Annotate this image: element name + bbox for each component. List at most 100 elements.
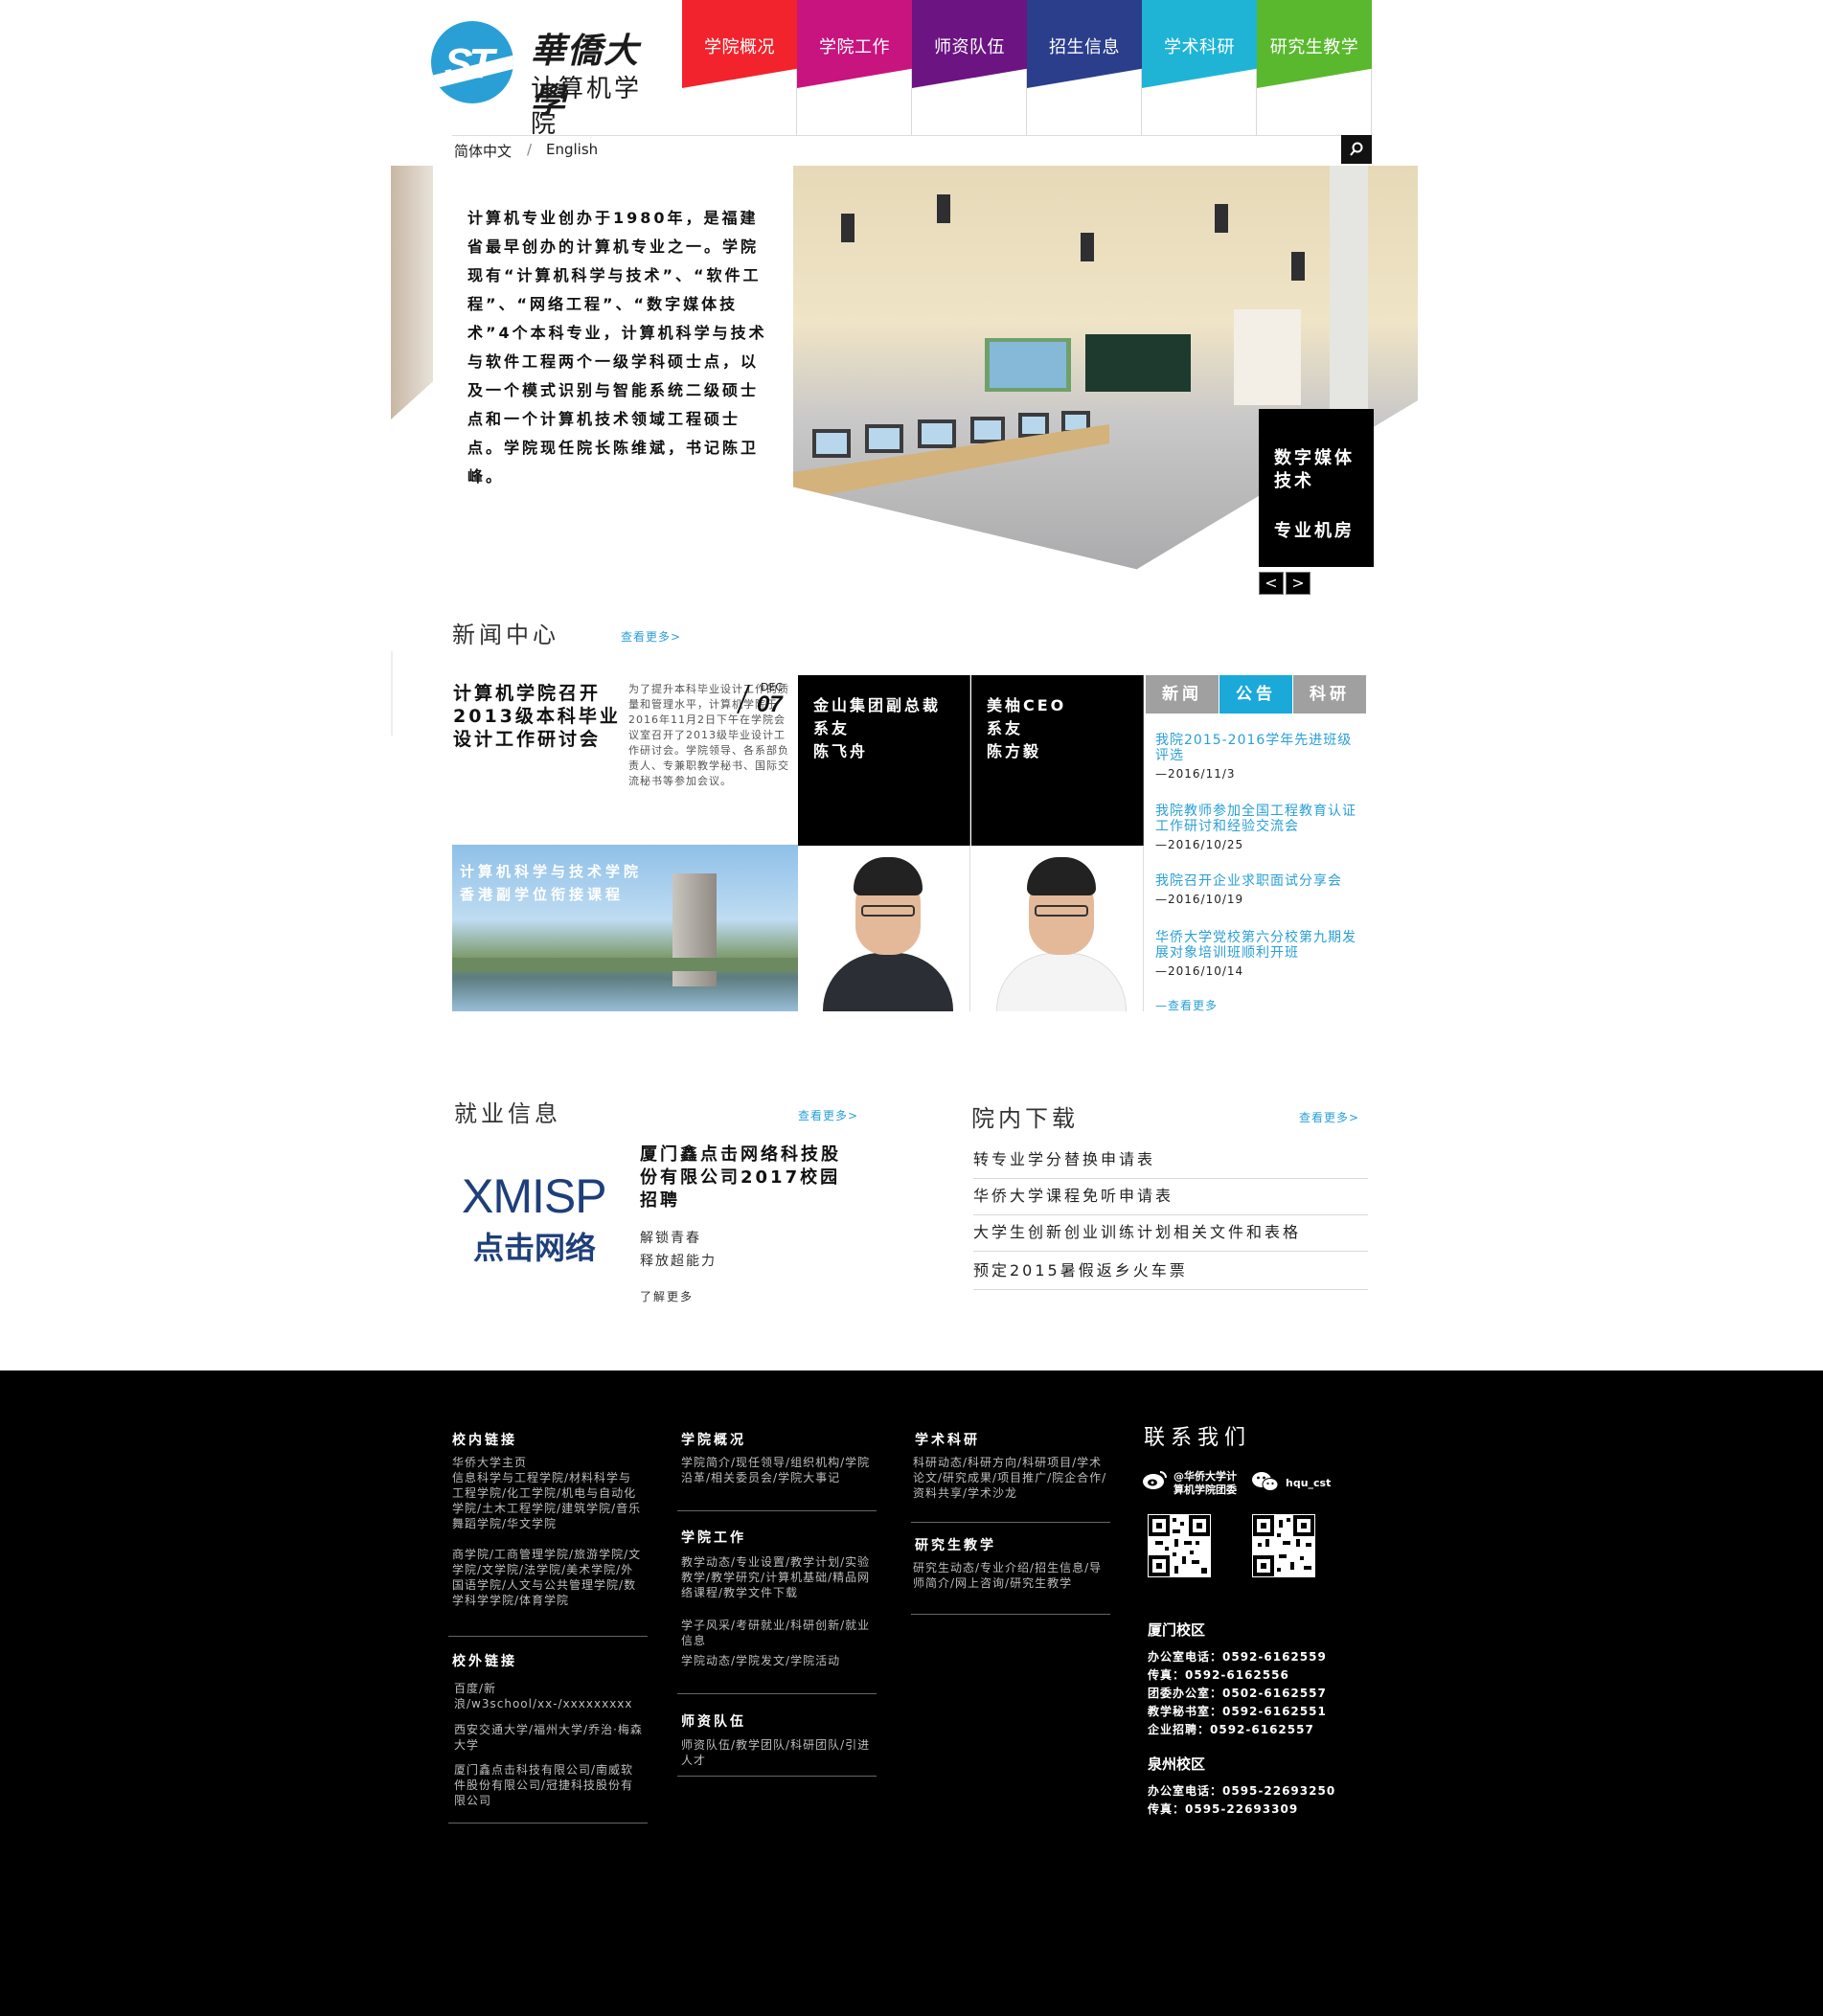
job-headline[interactable]: 厦门鑫点击网络科技股份有限公司2017校园招聘 <box>640 1144 851 1212</box>
nav-item-graduate[interactable]: 研究生教学 <box>1257 0 1372 136</box>
footer-link-group[interactable]: 研究生动态/专业介绍/招生信息/导师简介/网上咨询/研究生教学 <box>913 1560 1110 1591</box>
site-footer: 校内链接 华侨大学主页 信息科学与工程学院/材料科学与工程学院/化工学院/机电与… <box>0 1370 1823 2016</box>
logo-emblem: ST <box>431 21 513 103</box>
college-logo[interactable]: ST 華僑大學 计算机学院 <box>431 17 661 139</box>
announcement-title: 我院教师参加全国工程教育认证工作研讨和经验交流会 <box>1155 804 1356 834</box>
featured-news-date: DEC 07 <box>737 678 797 717</box>
jobs-more-link[interactable]: 查看更多> <box>798 1107 858 1123</box>
nav-item-overview[interactable]: 学院概况 <box>682 0 797 136</box>
nav-item-research[interactable]: 学术科研 <box>1142 0 1257 136</box>
weibo-icon[interactable] <box>1142 1469 1169 1490</box>
downloads-section-title: 院内下载 <box>971 1105 1079 1132</box>
hero-next-button[interactable]: > <box>1286 572 1310 595</box>
announcement-item[interactable]: 华侨大学党校第六分校第九期发展对象培训班顺利开班 —2016/10/14 <box>1155 930 1364 978</box>
footer-heading-faculty: 师资队伍 <box>681 1714 746 1730</box>
campus-banner-caption: 计算机科学与技术学院 香港副学位衔接课程 <box>460 860 642 906</box>
footer-contact-title: 联系我们 <box>1144 1426 1252 1450</box>
footer-link-group[interactable]: 信息科学与工程学院/材料科学与工程学院/化工学院/机电与自动化学院/土木工程学院… <box>452 1470 644 1531</box>
contact-line: 办公室电话：0592-6162559 <box>1148 1650 1327 1664</box>
footer-heading-internal-links: 校内链接 <box>452 1433 517 1448</box>
footer-heading-graduate: 研究生教学 <box>915 1538 996 1553</box>
footer-link-group[interactable]: 华侨大学主页 <box>452 1455 644 1470</box>
logo-college-name: 计算机学院 <box>531 75 643 139</box>
announcement-item[interactable]: 我院教师参加全国工程教育认证工作研讨和经验交流会 —2016/10/25 <box>1155 804 1364 851</box>
announcement-item[interactable]: 我院2015-2016学年先进班级评选 —2016/11/3 <box>1155 733 1364 781</box>
qr-code-pattern <box>1149 1515 1210 1576</box>
qr-code-pattern <box>1253 1515 1314 1576</box>
footer-divider <box>911 1614 1110 1615</box>
footer-link-group[interactable]: 科研动态/科研方向/科研项目/学术论文/研究成果/项目推广/院企合作/资料共享/… <box>913 1455 1110 1501</box>
nav-item-work[interactable]: 学院工作 <box>797 0 912 136</box>
download-item[interactable]: 预定2015暑假返乡火车票 <box>973 1254 1368 1290</box>
hero-prev-button[interactable]: < <box>1259 572 1284 595</box>
featured-news-title[interactable]: 计算机学院召开2013级本科毕业设计工作研讨会 <box>453 682 626 751</box>
download-item[interactable]: 大学生创新创业训练计划相关文件和表格 <box>973 1215 1368 1252</box>
footer-heading-work: 学院工作 <box>681 1530 746 1546</box>
footer-link-group[interactable]: 学院动态/学院发文/学院活动 <box>681 1653 873 1668</box>
hero-banner: 计算机专业创办于1980年，是福建省最早创办的计算机专业之一。学院现有“计算机科… <box>391 166 1418 599</box>
tab-news[interactable]: 新闻 <box>1146 675 1219 714</box>
alumni-portrait-photo <box>971 846 1144 1011</box>
alumni-card-chen-fangyi[interactable]: 美柚CEO 系友 陈方毅 <box>971 675 1144 846</box>
nav-label: 学院工作 <box>819 37 890 57</box>
lang-english-link[interactable]: English <box>546 141 598 158</box>
footer-divider <box>677 1693 877 1694</box>
footer-link-group[interactable]: 商学院/工商管理学院/旅游学院/文学院/文学院/法学院/美术学院/外国语学院/人… <box>452 1547 644 1608</box>
wechat-qr-code <box>1252 1514 1315 1577</box>
announcement-date: —2016/11/3 <box>1155 767 1236 781</box>
campus-caption-line-1: 计算机科学与技术学院 <box>460 863 643 880</box>
nav-label: 师资队伍 <box>934 37 1005 57</box>
campus-program-banner[interactable]: 计算机科学与技术学院 香港副学位衔接课程 <box>452 845 798 1011</box>
alumni-label: 系友 <box>813 719 851 737</box>
download-item[interactable]: 华侨大学课程免听申请表 <box>973 1179 1368 1215</box>
footer-link-group[interactable]: 学院简介/现任领导/组织机构/学院沿革/相关委员会/学院大事记 <box>681 1455 873 1485</box>
language-bar: 简体中文 / English <box>452 135 1372 164</box>
download-item[interactable]: 转专业学分替换申请表 <box>973 1143 1368 1179</box>
company-logo[interactable]: XMISP 点击网络 <box>454 1168 627 1266</box>
announcement-date: —2016/10/14 <box>1155 964 1244 978</box>
wechat-account[interactable]: hqu_cst <box>1286 1477 1331 1489</box>
hero-caption-title: 数字媒体技术 <box>1274 448 1355 491</box>
footer-link-group[interactable]: 百度/新浪/w3school/xx-/xxxxxxxxx <box>454 1681 646 1711</box>
hero-caption-subtitle: 专业机房 <box>1274 521 1355 541</box>
nav-item-admission[interactable]: 招生信息 <box>1027 0 1142 136</box>
footer-heading-overview: 学院概况 <box>681 1433 746 1448</box>
lang-chinese-link[interactable]: 简体中文 <box>454 141 512 161</box>
footer-divider <box>677 1510 877 1511</box>
weibo-qr-code <box>1148 1514 1211 1577</box>
tab-research[interactable]: 科研 <box>1293 675 1366 714</box>
alumni-label: 系友 <box>987 719 1024 737</box>
downloads-more-link[interactable]: 查看更多> <box>1299 1109 1359 1125</box>
tab-announcements[interactable]: 公告 <box>1219 675 1292 714</box>
footer-link-group[interactable]: 师资队伍/教学团队/科研团队/引进人才 <box>681 1737 873 1768</box>
announcements-more-link[interactable]: —查看更多 <box>1155 997 1218 1013</box>
footer-link-group[interactable]: 西安交通大学/福州大学/乔治·梅森大学 <box>454 1722 646 1753</box>
footer-link-group[interactable]: 教学动态/专业设置/教学计划/实验教学/教学研究/计算机基础/精品网络课程/教学… <box>681 1554 873 1600</box>
alumni-name: 陈方毅 <box>987 742 1042 760</box>
nav-label: 招生信息 <box>1049 37 1120 57</box>
alumni-name: 陈飞舟 <box>813 742 869 760</box>
campus-treeline <box>452 958 798 971</box>
college-introduction: 计算机专业创办于1980年，是福建省最早创办的计算机专业之一。学院现有“计算机科… <box>467 209 767 486</box>
job-read-more-link[interactable]: 了解更多 <box>640 1288 694 1304</box>
announcement-item[interactable]: 我院召开企业求职面试分享会 —2016/10/19 <box>1155 873 1364 906</box>
date-day: 07 <box>757 691 783 717</box>
search-icon <box>1350 142 1363 156</box>
footer-link-group[interactable]: 学子风采/考研就业/科研创新/就业信息 <box>681 1618 873 1648</box>
weibo-account[interactable]: @华侨大学计 算机学院团委 <box>1174 1470 1237 1497</box>
job-slogan-1: 解锁青春 <box>640 1231 701 1246</box>
nav-item-faculty[interactable]: 师资队伍 <box>912 0 1027 136</box>
news-more-link[interactable]: 查看更多> <box>621 628 681 645</box>
news-center-title: 新闻中心 <box>452 622 559 648</box>
alumni-card-chen-feizhou[interactable]: 金山集团副总裁 系友 陈飞舟 <box>798 675 970 846</box>
footer-link-group[interactable]: 厦门鑫点击科技有限公司/南威软件股份有限公司/冠捷科技股份有限公司 <box>454 1762 646 1808</box>
nav-label: 学院概况 <box>704 37 775 57</box>
contact-line: 办公室电话：0595-22693250 <box>1148 1784 1336 1798</box>
nav-label: 学术科研 <box>1164 37 1235 57</box>
announcement-title: 我院召开企业求职面试分享会 <box>1155 873 1342 889</box>
wechat-icon[interactable] <box>1251 1470 1280 1493</box>
search-button[interactable] <box>1341 135 1372 164</box>
announcement-title: 华侨大学党校第六分校第九期发展对象培训班顺利开班 <box>1155 930 1356 961</box>
announcement-title: 我院2015-2016学年先进班级评选 <box>1155 733 1353 763</box>
nav-label: 研究生教学 <box>1269 37 1359 57</box>
